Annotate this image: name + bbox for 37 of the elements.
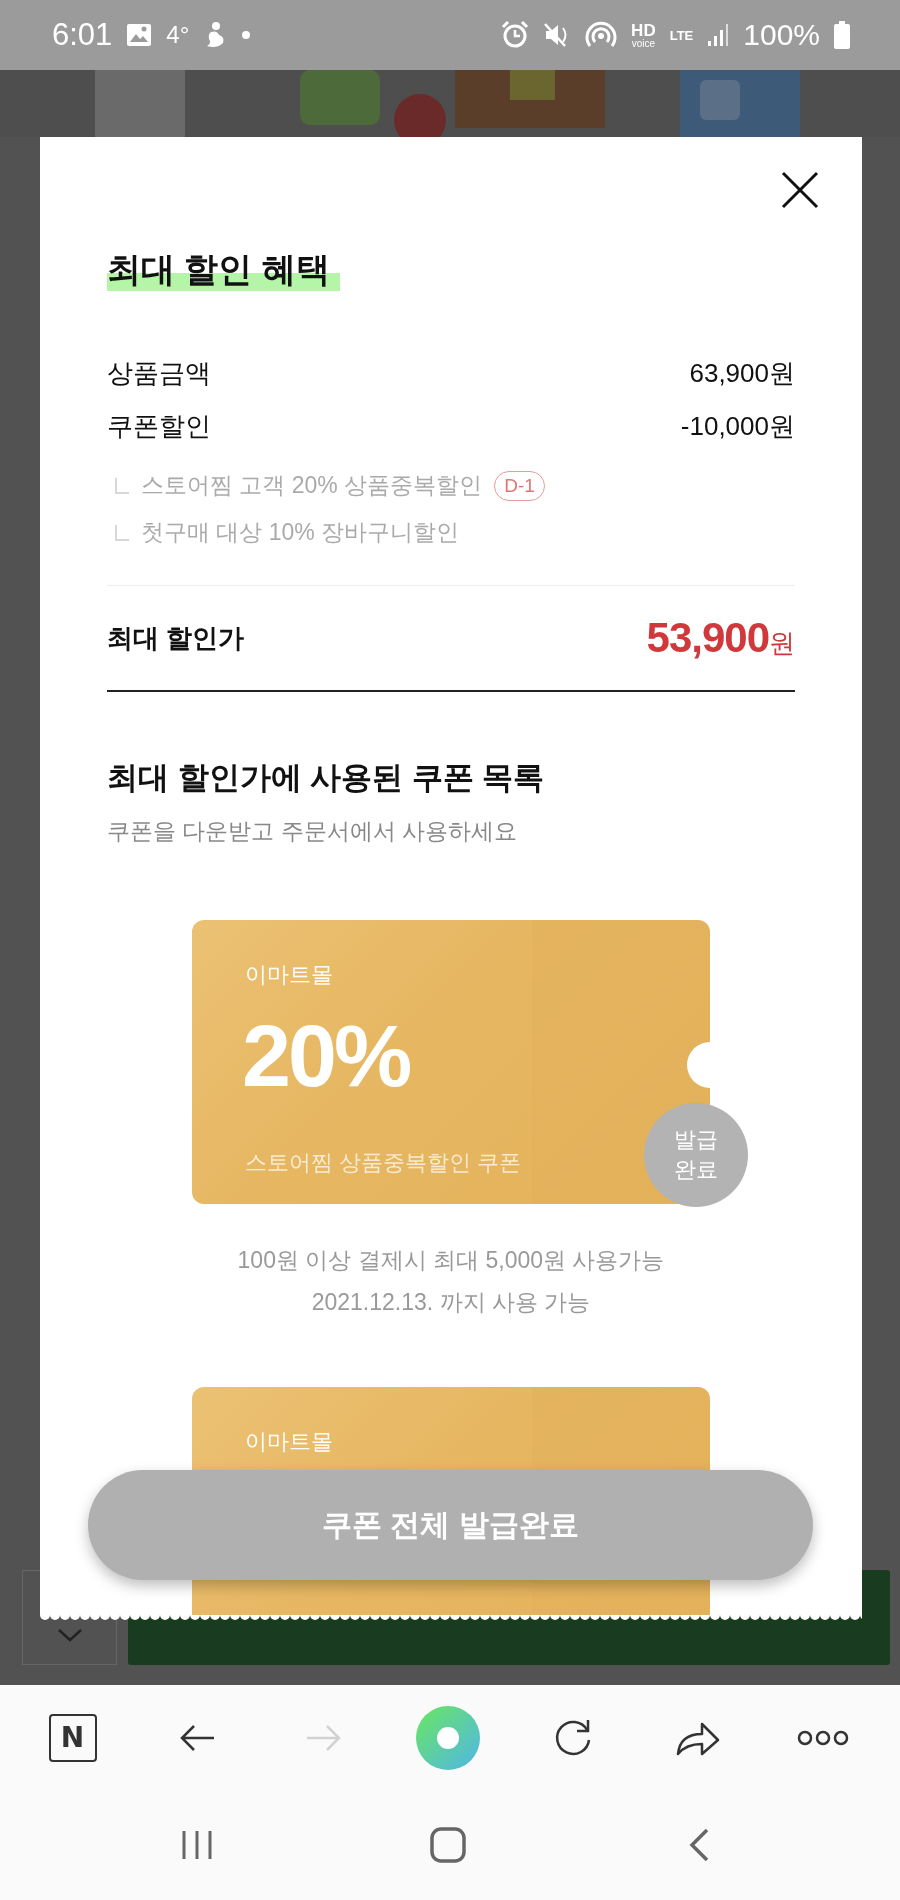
ring-icon bbox=[414, 1704, 481, 1771]
applied-coupon: 스토어찜 고객 20% 상품중복할인 bbox=[141, 471, 483, 500]
dot-icon bbox=[241, 30, 252, 40]
corner-icon bbox=[115, 524, 129, 541]
discount-rate: 20% bbox=[242, 1012, 410, 1100]
issued-badge: 발급 완료 bbox=[644, 1103, 748, 1207]
row-value: -10,000원 bbox=[680, 410, 795, 443]
back-icon[interactable] bbox=[687, 1827, 710, 1863]
hd-label: HD bbox=[631, 21, 656, 39]
section-title: 최대 할인가에 사용된 쿠폰 목록 bbox=[107, 759, 546, 797]
row-label: 상품금액 bbox=[107, 357, 211, 390]
total-label: 최대 할인가 bbox=[107, 621, 245, 655]
store-name: 이마트몰 bbox=[245, 1428, 333, 1456]
corner-icon bbox=[115, 477, 129, 494]
signal-icon bbox=[707, 23, 730, 47]
section-subtitle: 쿠폰을 다운받고 주문서에서 사용하세요 bbox=[107, 817, 519, 846]
lte-label: LTE bbox=[669, 28, 694, 42]
home-icon[interactable] bbox=[428, 1826, 467, 1864]
clock-time: 6:01 bbox=[52, 17, 113, 53]
store-name: 이마트몰 bbox=[245, 961, 333, 989]
battery-percent: 100% bbox=[743, 18, 820, 52]
currency-unit: 원 bbox=[769, 628, 795, 658]
applied-coupon: 첫구매 대상 10% 장바구니할인 bbox=[141, 518, 460, 547]
voice-label: voice bbox=[631, 38, 656, 49]
home-button[interactable]: N bbox=[48, 1713, 97, 1762]
alarm-icon bbox=[501, 21, 530, 49]
close-icon[interactable] bbox=[780, 170, 820, 210]
image-icon bbox=[126, 23, 153, 47]
row-label: 쿠폰할인 bbox=[107, 410, 211, 443]
temperature-text: 4° bbox=[166, 21, 190, 49]
coupon-condition: 100원 이상 결제시 최대 5,000원 사용가능 bbox=[236, 1246, 666, 1275]
chevron-down-icon bbox=[56, 1628, 83, 1642]
battery-icon bbox=[834, 21, 850, 49]
row-value: 63,900원 bbox=[689, 357, 795, 390]
total-amount: 53,900 bbox=[646, 614, 769, 662]
coupon-condition: 2021.12.13. 까지 사용 가능 bbox=[310, 1288, 592, 1317]
coupon-name: 스토어찜 상품중복할인 쿠폰 bbox=[245, 1149, 522, 1177]
